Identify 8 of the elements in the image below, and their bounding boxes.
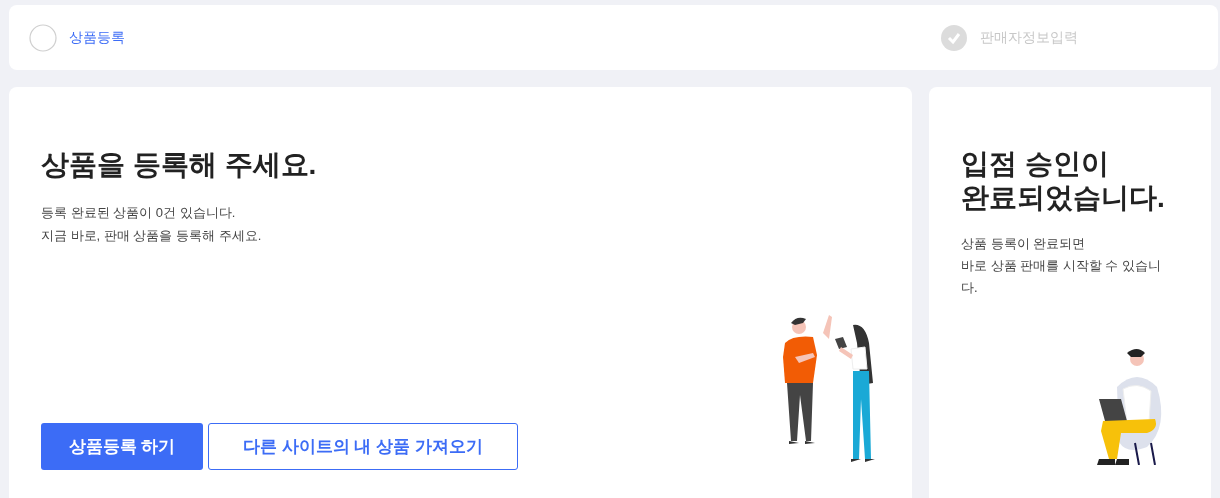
card-title: 입점 승인이 완료되었습니다.	[961, 147, 1165, 215]
import-button[interactable]: 다른 사이트의 내 상품 가져오기	[208, 423, 518, 470]
step-label: 상품등록	[69, 28, 125, 47]
register-button[interactable]: 상품등록 하기	[41, 423, 203, 470]
card-title: 상품을 등록해 주세요.	[41, 148, 317, 182]
description-line: 지금 바로, 판매 상품을 등록해 주세요.	[41, 227, 262, 245]
card-description: 상품 등록이 완료되면 바로 상품 판매를 시작할 수 있습니다.	[961, 235, 1163, 297]
description-line: 등록 완료된 상품이 0건 있습니다.	[41, 204, 236, 222]
